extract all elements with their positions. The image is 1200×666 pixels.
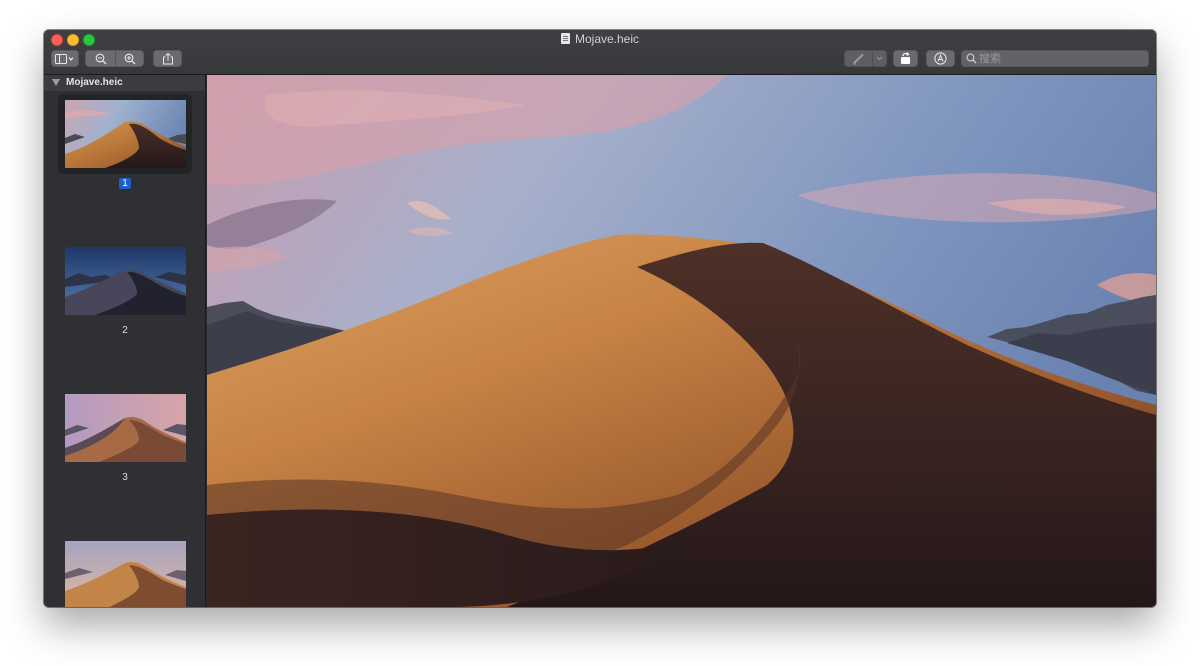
preview-window: Mojave.heic 搜索 Mojave.heic 1 2 3: [44, 30, 1156, 607]
mojave-dune-image: [207, 75, 1156, 607]
share-icon: [162, 52, 173, 64]
share-button[interactable]: [153, 50, 182, 67]
page-thumbnail: [65, 394, 186, 462]
rotate-button[interactable]: [893, 50, 918, 67]
disclosure-triangle-icon[interactable]: [52, 79, 60, 86]
thumbnail-sidebar[interactable]: Mojave.heic 1 2 3: [44, 75, 206, 607]
page-thumbnail-item[interactable]: 3: [44, 388, 205, 488]
markup-button[interactable]: [926, 50, 955, 67]
search-icon: [966, 53, 977, 64]
sidebar-view-button[interactable]: [51, 50, 79, 67]
page-thumbnail-item[interactable]: 2: [44, 241, 205, 341]
document-icon: [560, 33, 570, 44]
markup-icon: [934, 52, 947, 65]
zoom-out-icon: [95, 53, 106, 64]
image-viewer[interactable]: [207, 75, 1156, 607]
page-thumbnail: [65, 100, 186, 168]
zoom-control: [85, 50, 144, 67]
sidebar-icon: [55, 53, 74, 64]
pen-icon: [852, 53, 864, 64]
search-input[interactable]: [979, 51, 1144, 66]
zoom-in-button[interactable]: [116, 51, 143, 66]
page-thumbnail-item[interactable]: [44, 535, 205, 607]
page-thumbnail: [65, 541, 186, 607]
sidebar-file-header[interactable]: Mojave.heic: [44, 75, 205, 91]
chevron-down-icon: [876, 56, 883, 61]
window-title-text: Mojave.heic: [574, 32, 640, 46]
pen-tool-button[interactable]: [844, 50, 887, 67]
page-number: 3: [122, 472, 128, 483]
page-thumbnail: [65, 247, 186, 315]
window-title: Mojave.heic: [44, 32, 1156, 46]
sidebar-file-name: Mojave.heic: [66, 77, 123, 88]
zoom-out-button[interactable]: [86, 51, 115, 66]
page-thumbnail-item[interactable]: 1: [44, 94, 205, 194]
rotate-icon: [900, 52, 910, 64]
page-number: 2: [122, 325, 128, 336]
page-number: 1: [44, 178, 205, 190]
title-bar[interactable]: Mojave.heic: [44, 30, 1156, 75]
pen-options-button[interactable]: [873, 51, 886, 66]
zoom-in-icon: [124, 53, 135, 64]
search-field[interactable]: [961, 50, 1149, 67]
